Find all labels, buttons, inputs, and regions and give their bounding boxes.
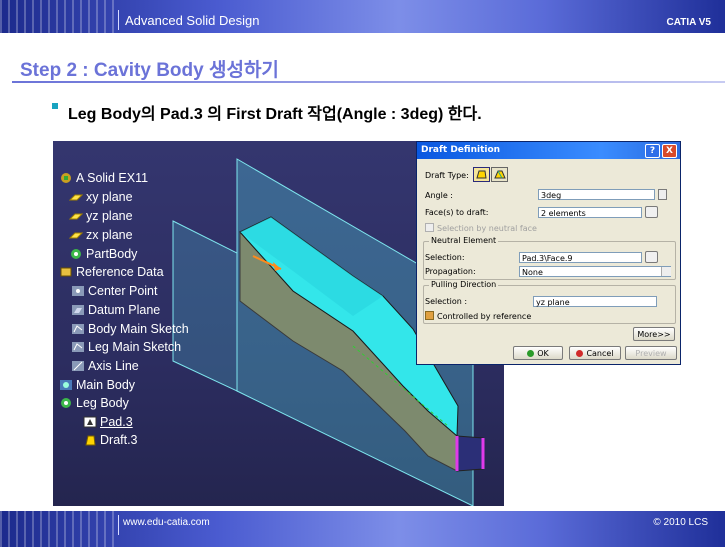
tree-node-xy-plane[interactable]: xy plane [68,188,133,206]
body-icon [69,247,83,259]
footer-copyright: © 2010 LCS [653,517,708,528]
tree-node-datum-plane[interactable]: Datum Plane [71,301,160,319]
neutral-edit-icon[interactable] [645,251,658,263]
footer-url[interactable]: www.edu-catia.com [123,517,210,528]
plane-icon [68,190,84,202]
pulling-selection-label: Selection : [425,297,468,306]
faces-to-draft-field[interactable]: 2 elements [538,207,642,218]
close-button[interactable]: X [662,144,677,158]
tree-node-leg-main-sketch[interactable]: Leg Main Sketch [71,338,181,356]
title-underline [12,81,725,83]
tree-node-axis-line[interactable]: Axis Line [71,357,139,375]
header-separator [118,10,119,30]
plane-left-wing [172,220,238,392]
plane-icon [68,209,84,221]
draft-definition-dialog[interactable]: Draft Definition ? X Draft Type: Angle :… [416,141,681,365]
tree-node-yz-plane[interactable]: yz plane [68,207,133,225]
point-icon [71,284,85,296]
neutral-selection-label: Selection: [425,253,465,262]
neutral-face-option[interactable]: Selection by neutral face [425,223,537,235]
body-icon [59,378,73,390]
propagation-select[interactable]: None [519,266,671,277]
tree-node-main-body[interactable]: Main Body [59,376,135,394]
angle-spinner[interactable] [658,189,667,200]
neutral-selection-field[interactable]: Pad.3\Face.9 [519,252,642,263]
part-icon [59,171,73,183]
tree-node-reference-data[interactable]: Reference Data [59,263,164,281]
sketch-icon [71,322,85,334]
faces-to-draft-label: Face(s) to draft: [425,208,489,217]
faces-edit-icon[interactable] [645,206,658,218]
tree-node-center-point[interactable]: Center Point [71,282,157,300]
ok-icon [527,350,535,357]
neutral-element-label: Neutral Element [429,236,499,246]
footer-separator [118,515,119,535]
tree-node-partbody[interactable]: PartBody [69,245,137,263]
draft-icon [83,433,97,446]
footer-bar: www.edu-catia.com © 2010 LCS [0,511,725,547]
tree-node-leg-body[interactable]: Leg Body [59,394,129,412]
line-icon [71,359,85,371]
tree-node-zx-plane[interactable]: zx plane [68,226,133,244]
angle-input[interactable]: 3deg [538,189,655,200]
chevron-down-icon[interactable] [661,267,671,276]
sketch-icon [71,340,85,352]
geometrical-set-icon [59,265,73,277]
variable-draft-icon[interactable] [491,167,508,182]
preview-button[interactable]: Preview [625,346,677,360]
plane-icon [68,228,84,240]
draft-type-label: Draft Type: [425,171,469,180]
header-title: Advanced Solid Design [125,13,260,28]
neutral-face-checkbox[interactable] [425,223,434,232]
cancel-button[interactable]: Cancel [569,346,621,360]
constant-draft-icon[interactable] [473,167,490,182]
angle-label: Angle : [425,191,454,200]
cancel-icon [576,350,584,357]
bullet-icon [52,103,58,109]
step-title: Step 2 : Cavity Body 생성하기 [20,60,279,81]
pad-icon [83,415,97,428]
plane-feature-icon [71,303,85,315]
tree-node-pad3[interactable]: Pad.3 [83,413,133,431]
pulling-direction-label: Pulling Direction [429,280,499,290]
dialog-titlebar[interactable]: Draft Definition [417,142,680,159]
controlled-by-reference-checkbox[interactable] [425,311,434,320]
controlled-by-reference-option[interactable]: Controlled by reference [425,311,531,323]
leg-body-end-face [456,435,484,472]
header-bar: Advanced Solid Design CATIA V5 [0,0,725,33]
tree-node-draft3[interactable]: Draft.3 [83,431,138,449]
pulling-selection-field[interactable]: yz plane [533,296,657,307]
tree-node-part[interactable]: A Solid EX11 [59,169,148,187]
help-button[interactable]: ? [645,144,660,158]
product-name: CATIA V5 [666,17,711,28]
more-button[interactable]: More>> [633,327,675,341]
header-decoration [0,0,116,33]
propagation-label: Propagation: [425,267,476,276]
body-icon [59,396,73,408]
task-description: Leg Body의 Pad.3 의 First Draft 작업(Angle :… [68,106,482,123]
tree-node-body-main-sketch[interactable]: Body Main Sketch [71,320,189,338]
ok-button[interactable]: OK [513,346,563,360]
footer-decoration [0,511,116,547]
